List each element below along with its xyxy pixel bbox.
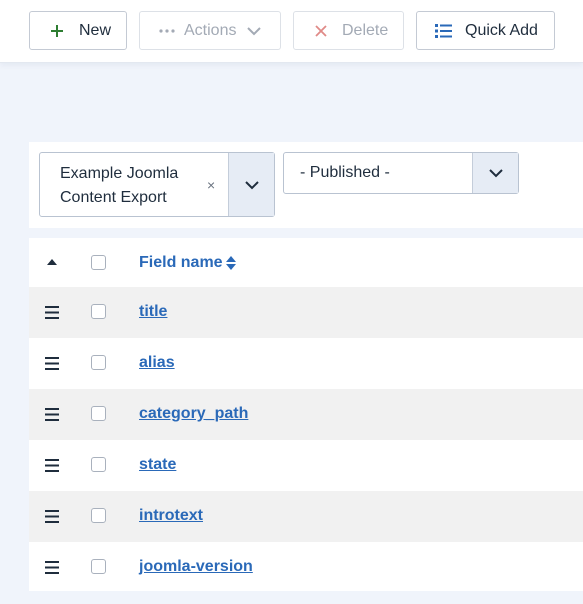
filter-bar: Example Joomla Content Export × - Publis… <box>29 142 583 228</box>
table-row: category_path <box>29 389 583 440</box>
field-name-link[interactable]: introtext <box>139 506 203 526</box>
actions-button[interactable]: Actions <box>139 11 281 50</box>
chevron-down-icon <box>488 169 503 178</box>
published-select[interactable]: - Published - <box>283 152 519 194</box>
clear-selection-icon[interactable]: × <box>207 177 215 193</box>
chevron-down-icon <box>244 180 259 189</box>
drag-handle-icon[interactable] <box>43 457 61 473</box>
export-select-toggle[interactable] <box>228 153 274 216</box>
caret-up-icon[interactable] <box>43 254 61 270</box>
actions-button-label: Actions <box>184 21 237 39</box>
table-row: introtext <box>29 491 583 542</box>
table-row: alias <box>29 338 583 389</box>
export-select[interactable]: Example Joomla Content Export × <box>39 152 275 217</box>
row-checkbox[interactable] <box>91 508 106 523</box>
drag-handle-icon[interactable] <box>43 559 61 575</box>
new-button[interactable]: New <box>29 11 127 50</box>
field-name-link[interactable]: title <box>139 302 167 322</box>
chevron-down-icon <box>246 26 262 36</box>
delete-button[interactable]: Delete <box>293 11 404 50</box>
fields-table: Field name title alias category_pathstate i… <box>29 238 583 591</box>
ellipsis-icon <box>159 28 175 33</box>
close-icon <box>314 24 328 37</box>
published-select-toggle[interactable] <box>472 153 518 193</box>
drag-handle-icon[interactable] <box>43 508 61 524</box>
plus-icon <box>50 24 64 38</box>
field-name-link[interactable]: alias <box>139 353 175 373</box>
drag-handle-icon[interactable] <box>43 304 61 320</box>
export-select-value: Example Joomla Content Export <box>60 165 179 206</box>
toolbar: New Actions Delete Quick Add <box>0 0 583 63</box>
table-row: state <box>29 440 583 491</box>
field-name-header-label: Field name <box>139 254 223 271</box>
field-name-link[interactable]: category_path <box>139 404 248 424</box>
field-name-link[interactable]: state <box>139 455 176 475</box>
quick-add-button-label: Quick Add <box>465 21 538 39</box>
table-header: Field name <box>29 238 583 287</box>
row-checkbox[interactable] <box>91 559 106 574</box>
drag-handle-icon[interactable] <box>43 355 61 371</box>
row-checkbox[interactable] <box>91 406 106 421</box>
new-button-label: New <box>79 21 112 39</box>
row-checkbox[interactable] <box>91 355 106 370</box>
table-row: joomla-version <box>29 542 583 593</box>
drag-handle-icon[interactable] <box>43 406 61 422</box>
delete-button-label: Delete <box>342 21 389 39</box>
table-row: title <box>29 287 583 338</box>
field-name-link[interactable]: joomla-version <box>139 557 253 577</box>
sort-icon <box>225 256 236 270</box>
list-icon <box>435 23 453 38</box>
field-name-sort-header[interactable]: Field name <box>139 253 236 273</box>
published-select-value: - Published - <box>300 164 390 181</box>
select-all-checkbox[interactable] <box>91 255 106 270</box>
row-checkbox[interactable] <box>91 304 106 319</box>
quick-add-button[interactable]: Quick Add <box>416 11 555 50</box>
row-checkbox[interactable] <box>91 457 106 472</box>
